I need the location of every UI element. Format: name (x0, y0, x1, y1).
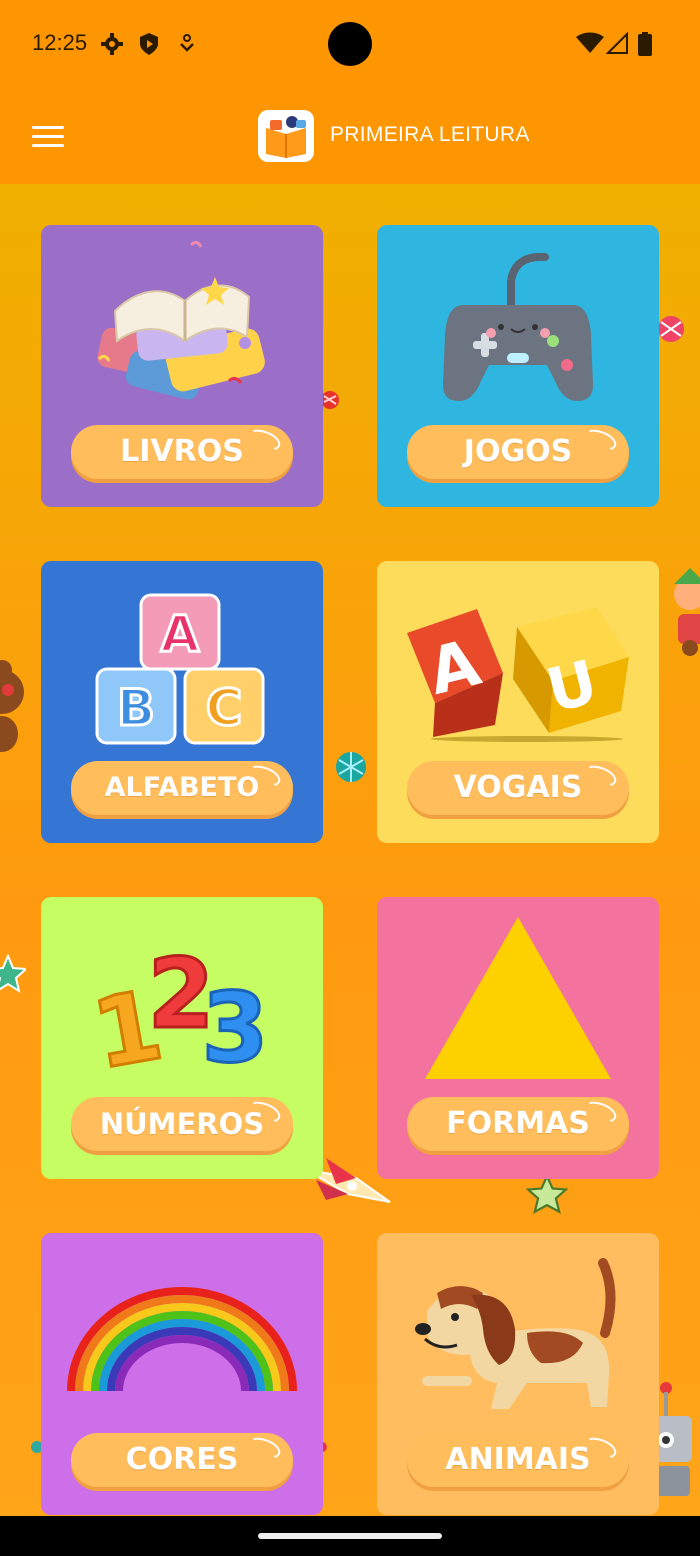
livros-label-pill: LIVROS (71, 425, 293, 479)
status-time: 12:25 (32, 30, 88, 55)
battery-icon (638, 32, 652, 56)
hamburger-menu-icon[interactable] (28, 122, 68, 154)
front-camera (328, 22, 372, 66)
numbers-123-icon: 1 2 3 (83, 937, 269, 1093)
tile-animais[interactable]: ANIMAIS (377, 1233, 659, 1515)
svg-text:B: B (117, 679, 155, 737)
svg-text:C: C (206, 679, 243, 737)
star-decoration-icon (0, 954, 26, 994)
lollipop-decoration-icon (658, 316, 684, 342)
system-navigation-bar (0, 1516, 700, 1556)
toy-decoration-icon (674, 568, 700, 656)
tile-cores[interactable]: CORES (41, 1233, 323, 1515)
cores-label-pill: CORES (71, 1433, 293, 1487)
wifi-icon (576, 32, 604, 53)
animais-label-pill: ANIMAIS (407, 1433, 629, 1487)
tile-vogais[interactable]: A U VOGAIS (377, 561, 659, 843)
shield-icon (140, 33, 158, 55)
home-gesture-handle[interactable] (258, 1533, 442, 1539)
tile-formas[interactable]: FORMAS (377, 897, 659, 1179)
numeros-label-pill: NÚMEROS (71, 1097, 293, 1151)
app-title: PRIMEIRA LEITURA (330, 123, 530, 146)
alfabeto-label-pill: ALFABETO (71, 761, 293, 815)
triangle-icon (425, 917, 611, 1079)
dog-icon (415, 1258, 616, 1409)
jogos-label-pill: JOGOS (407, 425, 629, 479)
abc-blocks-icon: A B C (95, 593, 265, 745)
rainbow-icon (67, 1287, 297, 1392)
vowel-blocks-icon: A U (407, 607, 629, 742)
formas-label-pill: FORMAS (407, 1097, 629, 1151)
download-icon (180, 34, 194, 52)
tile-numeros[interactable]: 1 2 3 NÚMEROS (41, 897, 323, 1179)
gear-icon (101, 33, 123, 55)
books-icon (97, 240, 265, 400)
candy-decoration-icon (336, 752, 366, 782)
open-book-logo-icon (258, 110, 314, 162)
app-bar: PRIMEIRA LEITURA (0, 92, 700, 184)
svg-text:A: A (161, 605, 200, 663)
svg-text:3: 3 (202, 972, 269, 1084)
candy-decoration-icon (321, 391, 339, 409)
vogais-label-pill: VOGAIS (407, 761, 629, 815)
status-bar: 12:25 (0, 0, 700, 92)
tile-jogos[interactable]: JOGOS (377, 225, 659, 507)
robot-decoration-icon (652, 1382, 692, 1496)
tile-alfabeto[interactable]: A B C ALFABETO (41, 561, 323, 843)
main-content: LIVROS JOGOS A B C ALFABETO A U VOGAIS 1… (0, 184, 700, 1516)
star-decoration-icon (526, 1174, 568, 1214)
signal-icon (606, 32, 628, 54)
teddy-bear-decoration-icon (0, 660, 24, 752)
tile-livros[interactable]: LIVROS (41, 225, 323, 507)
gamepad-icon (443, 252, 593, 401)
